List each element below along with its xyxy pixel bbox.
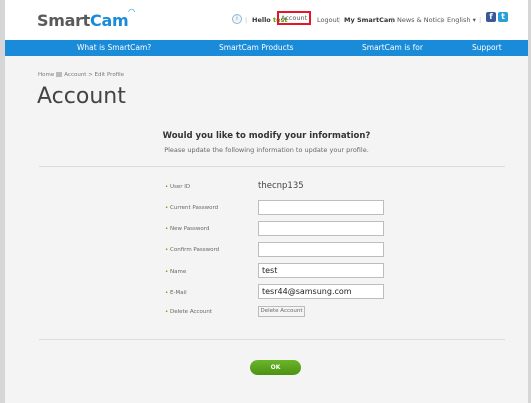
confirm-password-field[interactable] [258, 242, 384, 257]
separator: | [440, 16, 443, 24]
user-id-value: thecnp135 [258, 181, 304, 191]
page: SmartCam ◠ i | Hello test Account Logout… [5, 0, 528, 403]
smartcam-logo[interactable]: SmartCam ◠ [37, 7, 135, 30]
facebook-icon[interactable]: f [486, 12, 496, 22]
page-title: Account [37, 84, 126, 109]
confirm-password-label: Confirm Password [165, 247, 219, 253]
my-smartcam-link[interactable]: My SmartCam [344, 16, 395, 24]
current-password-label: Current Password [165, 205, 218, 211]
delete-account-button[interactable]: Delete Account [258, 306, 305, 317]
breadcrumb: Home Account > Edit Profile [38, 72, 124, 78]
wifi-icon: ◠ [128, 7, 135, 16]
breadcrumb-home[interactable]: Home [38, 72, 54, 78]
ok-button[interactable]: OK [250, 360, 301, 375]
account-link[interactable]: Account [277, 11, 311, 25]
divider [39, 166, 505, 167]
main-nav: What is SmartCam? SmartCam Products Smar… [5, 40, 528, 56]
separator: | [391, 16, 394, 24]
twitter-icon[interactable]: t [498, 12, 508, 22]
email-field[interactable]: tesr44@samsung.com [258, 284, 384, 299]
divider [39, 339, 505, 340]
nav-item-smartcam-is-for[interactable]: SmartCam is for [362, 43, 423, 52]
breadcrumb-separator-icon [56, 72, 63, 77]
delete-account-label: Delete Account [165, 309, 212, 315]
separator: | [245, 16, 248, 24]
hello-prefix: Hello [252, 16, 271, 24]
nav-item-support[interactable]: Support [472, 43, 502, 52]
prompt-heading: Would you like to modify your informatio… [162, 131, 371, 141]
prompt-subtitle: Please update the following information … [164, 146, 369, 154]
separator: | [338, 16, 341, 24]
separator: | [479, 16, 482, 24]
language-select[interactable]: English ▾ [447, 16, 476, 24]
logo-prefix: Smart [37, 11, 91, 30]
email-label: E-Mail [165, 290, 187, 296]
news-notice-link[interactable]: News & Notice [397, 16, 445, 24]
top-bar: SmartCam ◠ i | Hello test Account Logout… [5, 0, 528, 40]
chevron-down-icon: ▾ [472, 16, 476, 24]
nav-item-what-is-smartcam[interactable]: What is SmartCam? [77, 43, 151, 52]
user-id-label: User ID [165, 184, 190, 190]
name-label: Name [165, 269, 186, 275]
new-password-field[interactable] [258, 221, 384, 236]
breadcrumb-path: Account > Edit Profile [64, 72, 125, 78]
nav-item-smartcam-products[interactable]: SmartCam Products [219, 43, 294, 52]
logo-suffix: Cam [90, 11, 129, 30]
name-field[interactable]: test [258, 263, 384, 278]
new-password-label: New Password [165, 226, 209, 232]
language-value: English [447, 16, 471, 24]
logout-link[interactable]: Logout [317, 16, 339, 24]
user-icon: i [232, 14, 242, 24]
current-password-field[interactable] [258, 200, 384, 215]
